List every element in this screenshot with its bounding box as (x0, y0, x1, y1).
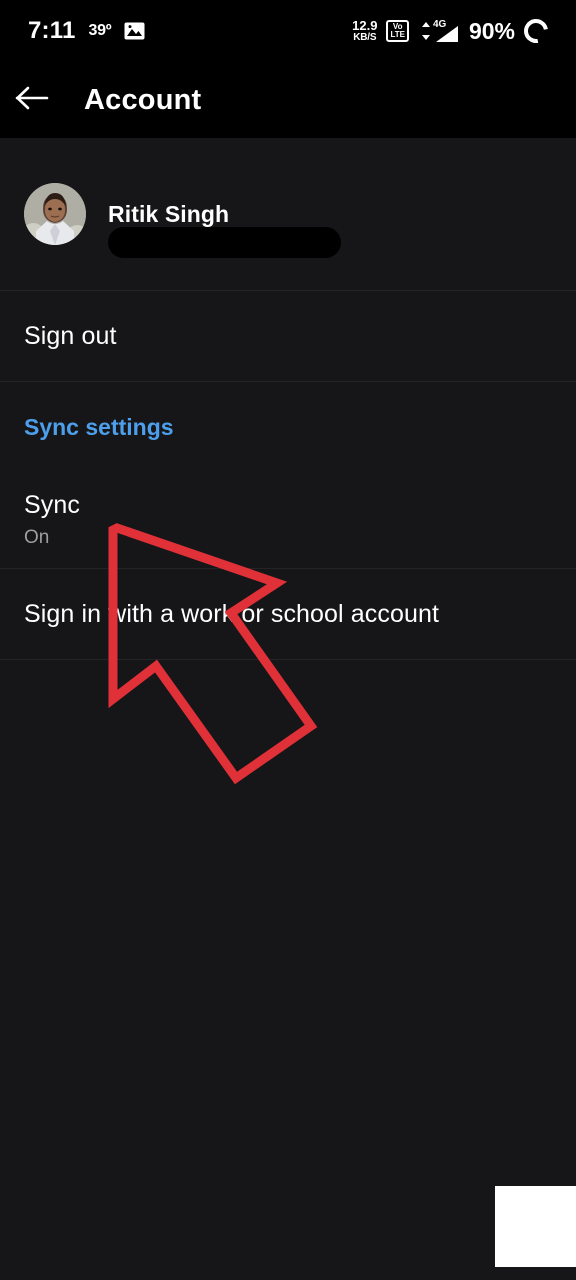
avatar (24, 183, 86, 245)
sync-settings-section-header: Sync settings (0, 382, 576, 472)
status-bar-left: 7:11 39º (28, 17, 145, 45)
image-icon (124, 22, 145, 40)
volte-bottom-label: LTE (390, 30, 405, 39)
battery-percent: 90% (468, 17, 515, 44)
network-speed-unit: KB/S (353, 32, 377, 43)
battery-charging-ring-icon (519, 14, 553, 48)
phone-screen: 7:11 39º 12.9 KB/S Vo LTE 4G 90% Account… (0, 0, 576, 1280)
signal-strength-icon: 4G (418, 18, 460, 44)
divider (0, 659, 576, 660)
status-time: 7:11 (28, 17, 76, 44)
volte-icon: Vo LTE (386, 20, 409, 42)
page-title: Account (84, 83, 202, 116)
sign-out-label: Sign out (24, 321, 117, 350)
sync-label: Sync (24, 491, 80, 519)
sign-in-work-school-row[interactable]: Sign in with a work or school account (0, 569, 576, 659)
back-button[interactable] (0, 62, 64, 138)
network-speed-value: 12.9 (352, 18, 378, 33)
sign-in-work-school-label: Sign in with a work or school account (24, 599, 440, 628)
account-profile-row[interactable]: Ritik Singh (0, 138, 576, 290)
white-overlay-box (495, 1186, 576, 1267)
network-speed-indicator: 12.9 KB/S (352, 19, 377, 43)
status-bar-right: 12.9 KB/S Vo LTE 4G 90% (352, 14, 553, 48)
app-bar: Account (0, 62, 576, 138)
settings-content: Ritik Singh Sign out Sync settings Sync … (0, 138, 576, 1280)
redacted-email (108, 226, 341, 258)
sign-out-row[interactable]: Sign out (0, 291, 576, 381)
status-bar: 7:11 39º 12.9 KB/S Vo LTE 4G 90% (0, 0, 576, 62)
svg-text:4G: 4G (433, 19, 447, 30)
status-temperature: 39º (88, 22, 112, 39)
sync-row[interactable]: Sync On (0, 472, 576, 568)
profile-text-block: Ritik Singh (108, 200, 341, 258)
sync-state-value: On (24, 527, 50, 548)
account-name: Ritik Singh (108, 200, 230, 227)
back-arrow-icon (15, 84, 49, 117)
sync-settings-header-label: Sync settings (24, 413, 174, 440)
